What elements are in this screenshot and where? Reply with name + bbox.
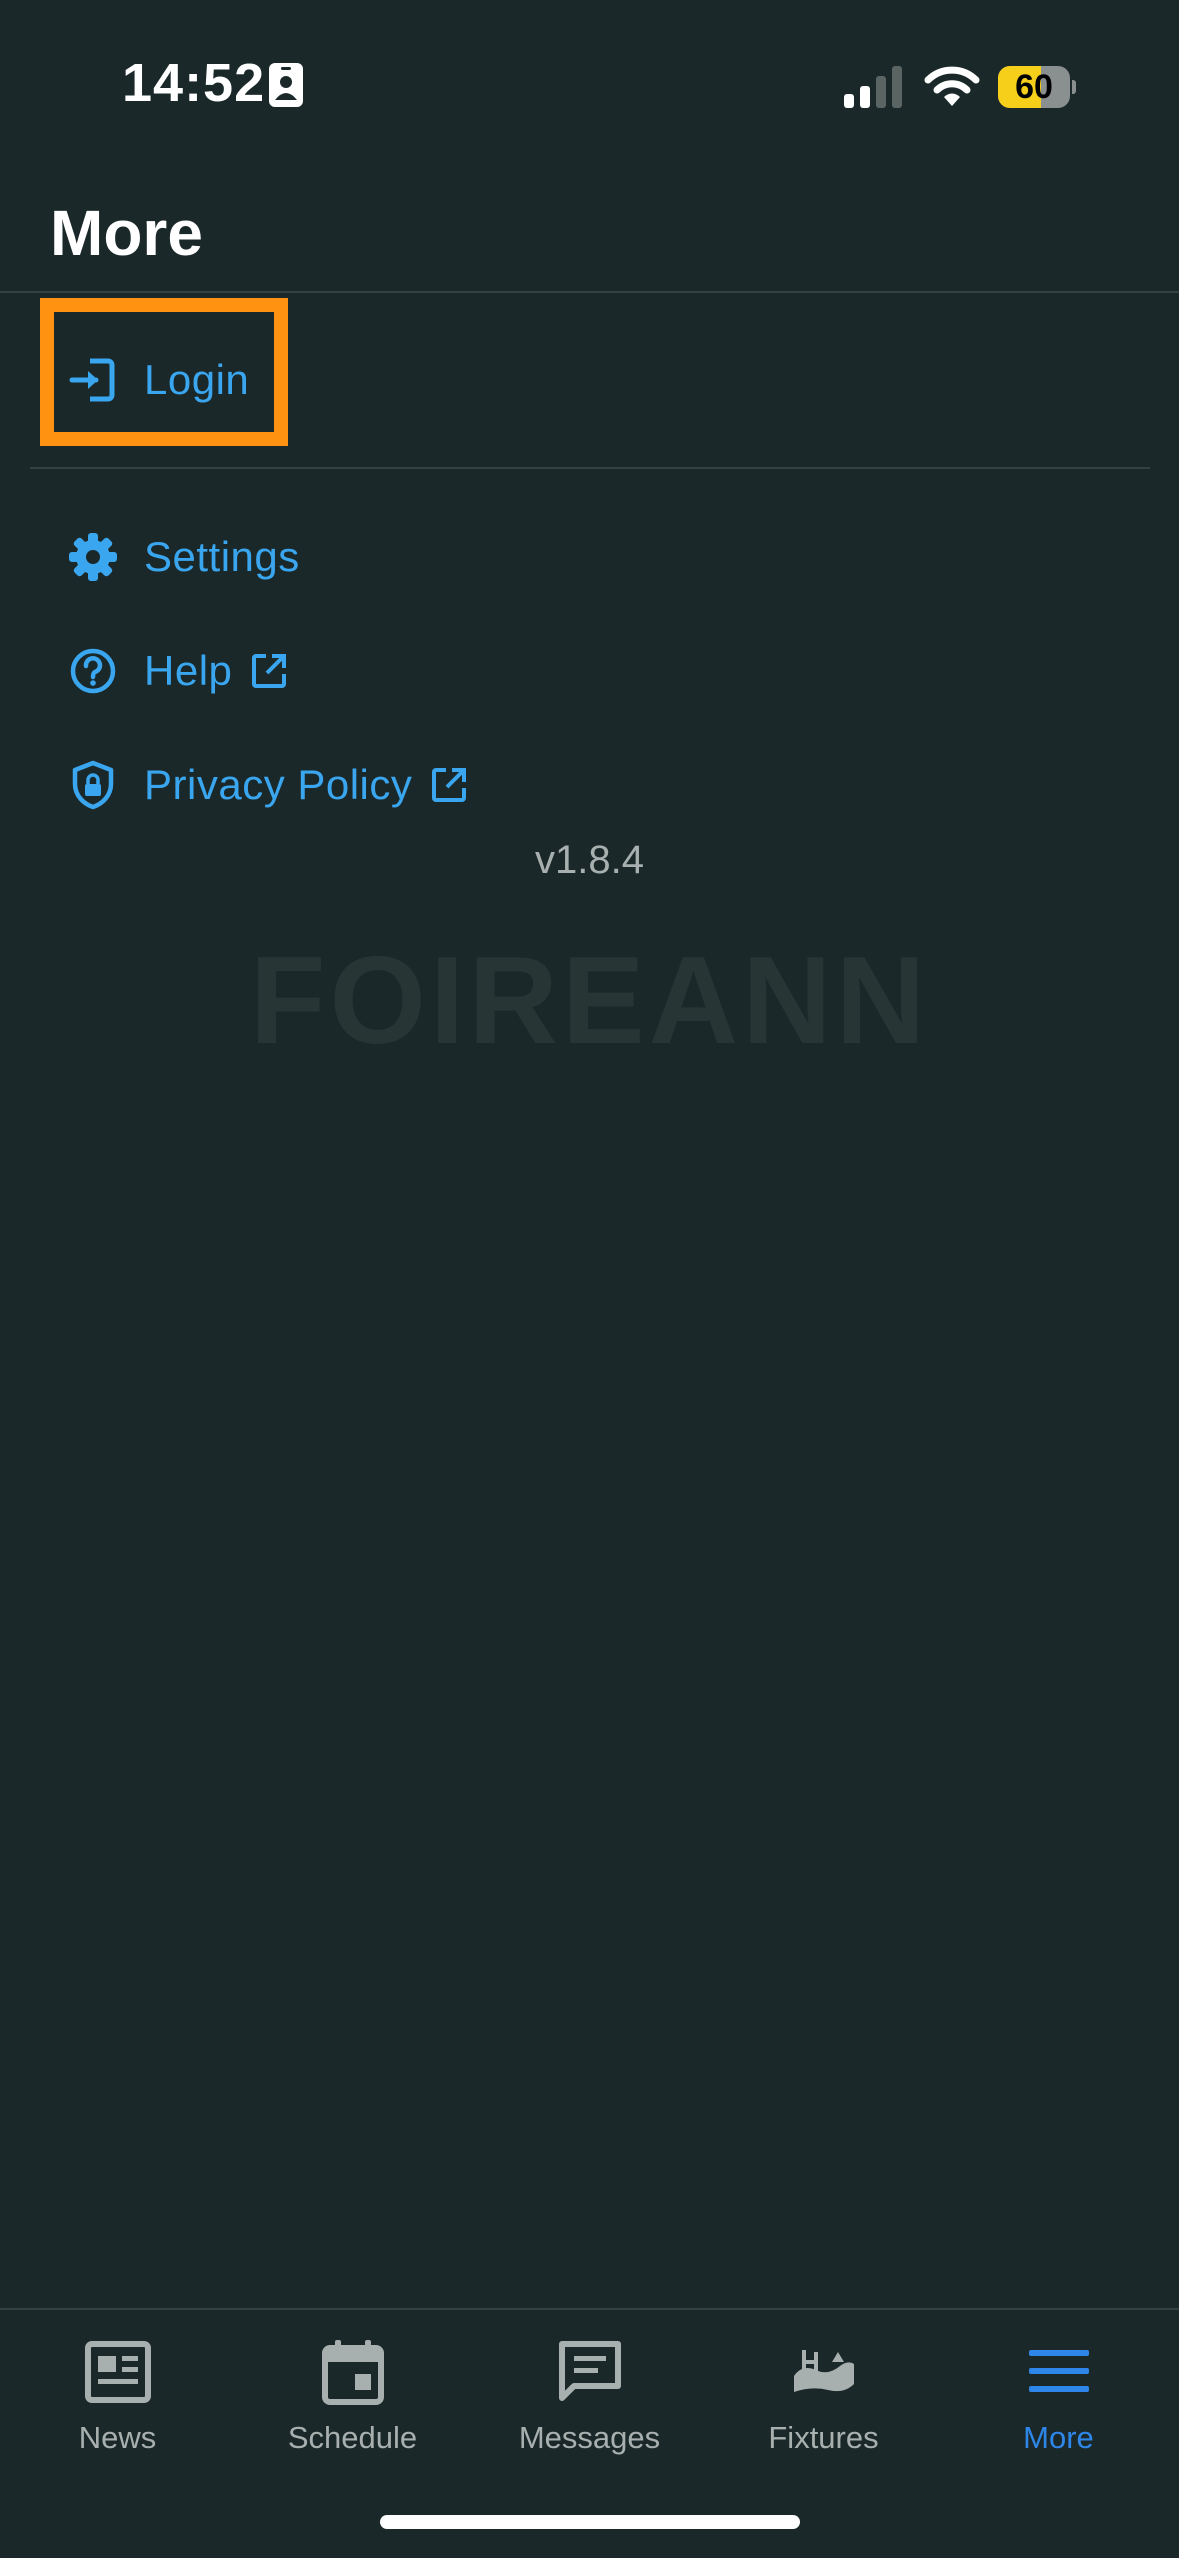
login-button[interactable]: Login [68, 345, 249, 415]
id-card-icon [269, 63, 303, 107]
privacy-policy-link[interactable]: Privacy Policy [68, 750, 468, 820]
login-icon [69, 358, 115, 402]
privacy-policy-label: Privacy Policy [144, 761, 413, 808]
status-time: 14:52 [122, 53, 266, 113]
app-version: v1.8.4 [535, 838, 644, 882]
settings-label: Settings [144, 533, 300, 580]
section-divider [30, 467, 1150, 469]
tab-fixtures-label: Fixtures [768, 2420, 879, 2455]
tab-messages[interactable]: Messages [472, 2336, 707, 2486]
tab-news-label: News [78, 2420, 157, 2455]
calendar-icon [321, 2340, 384, 2405]
tab-more[interactable]: More [941, 2336, 1176, 2486]
tab-messages-label: Messages [518, 2420, 661, 2455]
battery-icon: 60 [998, 66, 1076, 108]
shield-lock-icon [72, 760, 114, 810]
battery-level: 60 [1015, 68, 1053, 106]
help-label: Help [144, 647, 233, 694]
tab-schedule-label: Schedule [287, 2420, 418, 2455]
newspaper-icon [84, 2341, 151, 2403]
signal-icon [844, 66, 902, 108]
pitch-icon [793, 2350, 854, 2392]
title-divider [0, 291, 1179, 293]
help-circle-icon [70, 648, 116, 694]
menu-icon [1028, 2350, 1089, 2392]
tab-schedule[interactable]: Schedule [235, 2336, 470, 2486]
page-title: More [50, 197, 203, 269]
tab-news[interactable]: News [0, 2336, 235, 2486]
status-bar: 14:52 60 [0, 0, 1179, 170]
tab-fixtures[interactable]: Fixtures [706, 2336, 941, 2486]
login-label: Login [144, 356, 250, 403]
gear-icon [69, 533, 117, 581]
home-indicator[interactable] [380, 2515, 800, 2529]
message-icon [558, 2341, 621, 2401]
wifi-icon [924, 66, 980, 106]
tab-more-label: More [1023, 2420, 1094, 2455]
external-link-icon [432, 768, 467, 802]
external-link-icon [252, 654, 287, 688]
settings-button[interactable]: Settings [68, 522, 300, 592]
brand-watermark: FOIREANN [249, 932, 930, 1070]
help-link[interactable]: Help [68, 636, 288, 706]
